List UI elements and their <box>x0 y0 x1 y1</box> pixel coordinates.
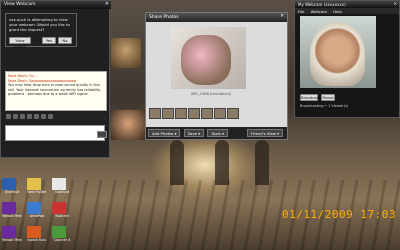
photo-thumbnail[interactable] <box>214 108 226 119</box>
add-photos-button[interactable]: Add Photos ▾ <box>148 129 181 137</box>
invite-text: xxx.ouch is attempting to view your webc… <box>9 17 70 32</box>
save-button[interactable]: Save ▾ <box>183 129 205 137</box>
photo-thumbnail[interactable] <box>227 108 239 119</box>
document-icon <box>52 178 66 190</box>
webcam-title: My Webcam (xxxxxxxx) <box>298 2 346 7</box>
webcam-titlebar[interactable]: My Webcam (xxxxxxxx) ✕ <box>295 1 399 8</box>
desktop-icon[interactable]: wordPad <box>27 202 47 218</box>
underline-icon[interactable] <box>20 114 25 119</box>
messenger-window: View Webcam ✕ xxx.ouch is attempting to … <box>0 0 111 158</box>
photo-thumbnail[interactable] <box>188 108 200 119</box>
photo-subject <box>181 35 231 85</box>
desktop-icon[interactable]: Yahoo! Messenger <box>2 202 22 218</box>
photo-thumbnail[interactable] <box>162 108 174 119</box>
message-input[interactable] <box>5 125 105 141</box>
desktop-icon[interactable]: New Folder <box>27 178 47 194</box>
messenger-icon <box>2 202 16 214</box>
yes-button[interactable]: Yes <box>42 37 56 44</box>
close-icon[interactable]: ✕ <box>394 1 397 6</box>
webcam-person <box>310 22 365 86</box>
format-toolbar <box>5 113 107 121</box>
photo-thumbnail-strip <box>149 108 285 120</box>
friends-view-button[interactable]: Friend's View ▾ <box>246 129 283 137</box>
webcam-invite-box: xxx.ouch is attempting to view your webc… <box>5 13 77 49</box>
share-photos-window: Share Photos ✕ IMG_1488 (thumbnail) Add … <box>145 12 288 140</box>
font-color-icon[interactable] <box>27 114 32 119</box>
italic-icon[interactable] <box>13 114 18 119</box>
buzz-icon[interactable] <box>41 114 46 119</box>
menu-webcam[interactable]: Webcam <box>311 9 327 14</box>
menu-help[interactable]: Help <box>333 9 342 14</box>
share-toolbar: Add Photos ▾ Save ▾ Tools ▾ Friend's Vie… <box>146 127 287 139</box>
tools-button[interactable]: Tools ▾ <box>207 129 228 137</box>
bold-icon[interactable] <box>6 114 11 119</box>
no-button[interactable]: No <box>58 37 72 44</box>
desktop-icon[interactable]: sudah hulu <box>27 226 47 242</box>
shared-photo[interactable] <box>171 27 246 89</box>
window-title: View Webcam <box>4 2 36 7</box>
photo-thumbnail[interactable] <box>175 108 187 119</box>
arch-pillar <box>215 140 229 185</box>
photo-thumbnail[interactable] <box>149 108 161 119</box>
shortcut-icon <box>2 178 16 190</box>
wordpad-icon <box>27 202 41 214</box>
app-icon <box>27 226 41 238</box>
view-profile-button[interactable]: View Profile <box>9 37 31 49</box>
audible-icon[interactable] <box>48 114 53 119</box>
desktop-icon[interactable]: Yahoo! Messenger <box>2 226 22 242</box>
broadcast-button[interactable]: Broadcast <box>300 94 320 101</box>
friend-webcam-thumbnail[interactable] <box>111 110 145 140</box>
send-button[interactable] <box>97 131 107 138</box>
contact-avatar <box>111 38 141 68</box>
app-icon <box>52 226 66 238</box>
my-webcam-window: My Webcam (xxxxxxxx) ✕ File Webcam Help … <box>294 0 400 118</box>
share-titlebar[interactable]: Share Photos ✕ <box>146 13 287 22</box>
webcam-feed <box>300 16 376 88</box>
messenger-icon <box>2 226 16 238</box>
chat-history: Nora Deoh: Co... Nora Deoh: Sooooooooooo… <box>5 71 107 111</box>
folder-icon <box>27 178 41 190</box>
arch-pillar <box>170 140 184 185</box>
close-icon[interactable]: ✕ <box>280 14 284 19</box>
photo-caption: IMG_1488 (thumbnail) <box>190 92 232 96</box>
emoticon-icon[interactable] <box>34 114 39 119</box>
webcam-menubar: File Webcam Help <box>295 8 399 14</box>
chat-line: You may hear drop outs or poor sound qua… <box>8 83 101 96</box>
app-icon <box>52 202 66 214</box>
desktop-icon[interactable]: Shortcut <box>2 178 22 194</box>
close-icon[interactable]: ✕ <box>105 1 109 7</box>
desktop-icon[interactable]: Counter 4 <box>52 226 72 242</box>
share-title: Share Photos <box>149 15 179 20</box>
desktop-icon[interactable]: Shortcut <box>52 178 72 194</box>
webcam-status: Broadcasting • 1 Viewer(s) <box>300 104 349 108</box>
desktop-icon[interactable]: Buzz ed <box>52 202 72 218</box>
messenger-titlebar[interactable]: View Webcam ✕ <box>1 1 111 9</box>
camera-timestamp: 01/11/2009 17:03 <box>282 208 396 221</box>
pause-button[interactable]: Pause <box>321 94 335 101</box>
menu-file[interactable]: File <box>298 9 304 14</box>
arch-pillar <box>255 140 269 185</box>
photo-thumbnail[interactable] <box>201 108 213 119</box>
